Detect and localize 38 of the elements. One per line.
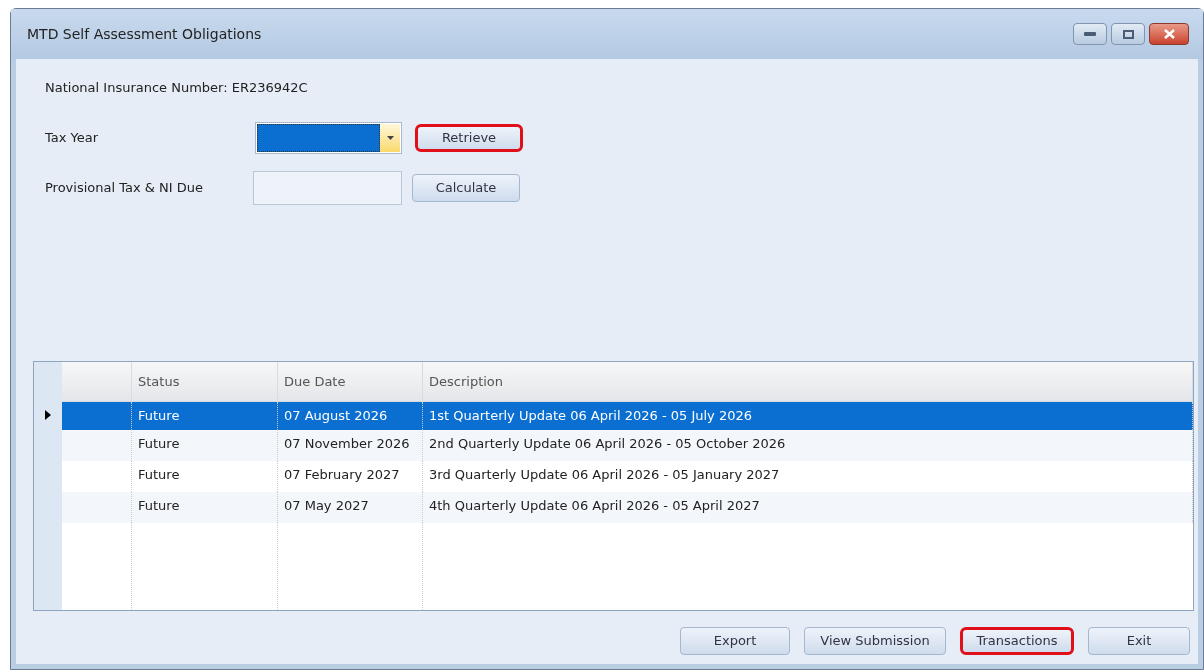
table-cell: 07 May 2027 xyxy=(284,498,369,513)
column-header[interactable]: Due Date xyxy=(284,371,346,392)
maximize-icon xyxy=(1122,29,1134,39)
provisional-tax-field[interactable] xyxy=(253,170,402,205)
table-cell: 2nd Quarterly Update 06 April 2026 - 05 October 2026 xyxy=(429,436,786,451)
action-button[interactable]: Transactions xyxy=(960,627,1074,655)
table-cell: 4th Quarterly Update 06 April 2026 - 05 April 2027 xyxy=(429,498,760,513)
action-button[interactable]: Export xyxy=(680,627,790,655)
column-header[interactable]: Description xyxy=(429,371,504,392)
field-label: Tax Year xyxy=(45,128,100,147)
table-cell: 07 February 2027 xyxy=(284,467,400,482)
action-button[interactable]: Exit xyxy=(1088,627,1190,655)
minimize-button[interactable] xyxy=(1073,23,1107,45)
dropdown-arrow-icon xyxy=(386,135,394,140)
table-row[interactable]: Future 07 May 2027 4th Quarterly Update 06 April 2026 - 05 April 2027 xyxy=(62,492,1193,523)
close-button[interactable] xyxy=(1149,23,1189,45)
tax-year-dropdown[interactable] xyxy=(255,121,402,154)
close-icon xyxy=(1163,29,1175,39)
table-cell: 3rd Quarterly Update 06 April 2026 - 05 January 2027 xyxy=(429,467,780,482)
table-cell: Future xyxy=(138,498,180,513)
national-insurance-number: National Insurance Number: ER236942C xyxy=(45,80,308,95)
column-header[interactable]: Status xyxy=(138,371,180,392)
table-cell: Future xyxy=(138,467,180,482)
action-button[interactable]: View Submission xyxy=(804,627,946,655)
minimize-icon xyxy=(1084,32,1096,36)
action-button[interactable]: Retrieve xyxy=(415,123,523,152)
table-cell: Future xyxy=(138,436,180,451)
table-row[interactable]: Future 07 November 2026 2nd Quarterly Update 06 April 2026 - 05 October 2026 xyxy=(62,430,1193,461)
table-cell: 1st Quarterly Update 06 April 2026 - 05 July 2026 xyxy=(429,408,752,423)
window-title: MTD Self Assessment Obligations xyxy=(27,24,262,44)
table-row[interactable]: Future 07 August 2026 1st Quarterly Update 06 April 2026 - 05 July 2026 xyxy=(62,402,1193,430)
table-cell: 07 August 2026 xyxy=(284,408,388,423)
table-cell: 07 November 2026 xyxy=(284,436,410,451)
action-button[interactable]: Calculate xyxy=(412,173,520,202)
maximize-button[interactable] xyxy=(1111,23,1145,45)
row-pointer-icon xyxy=(45,410,51,420)
field-label: Provisional Tax & NI Due xyxy=(45,178,204,197)
table-cell: Future xyxy=(138,408,180,423)
